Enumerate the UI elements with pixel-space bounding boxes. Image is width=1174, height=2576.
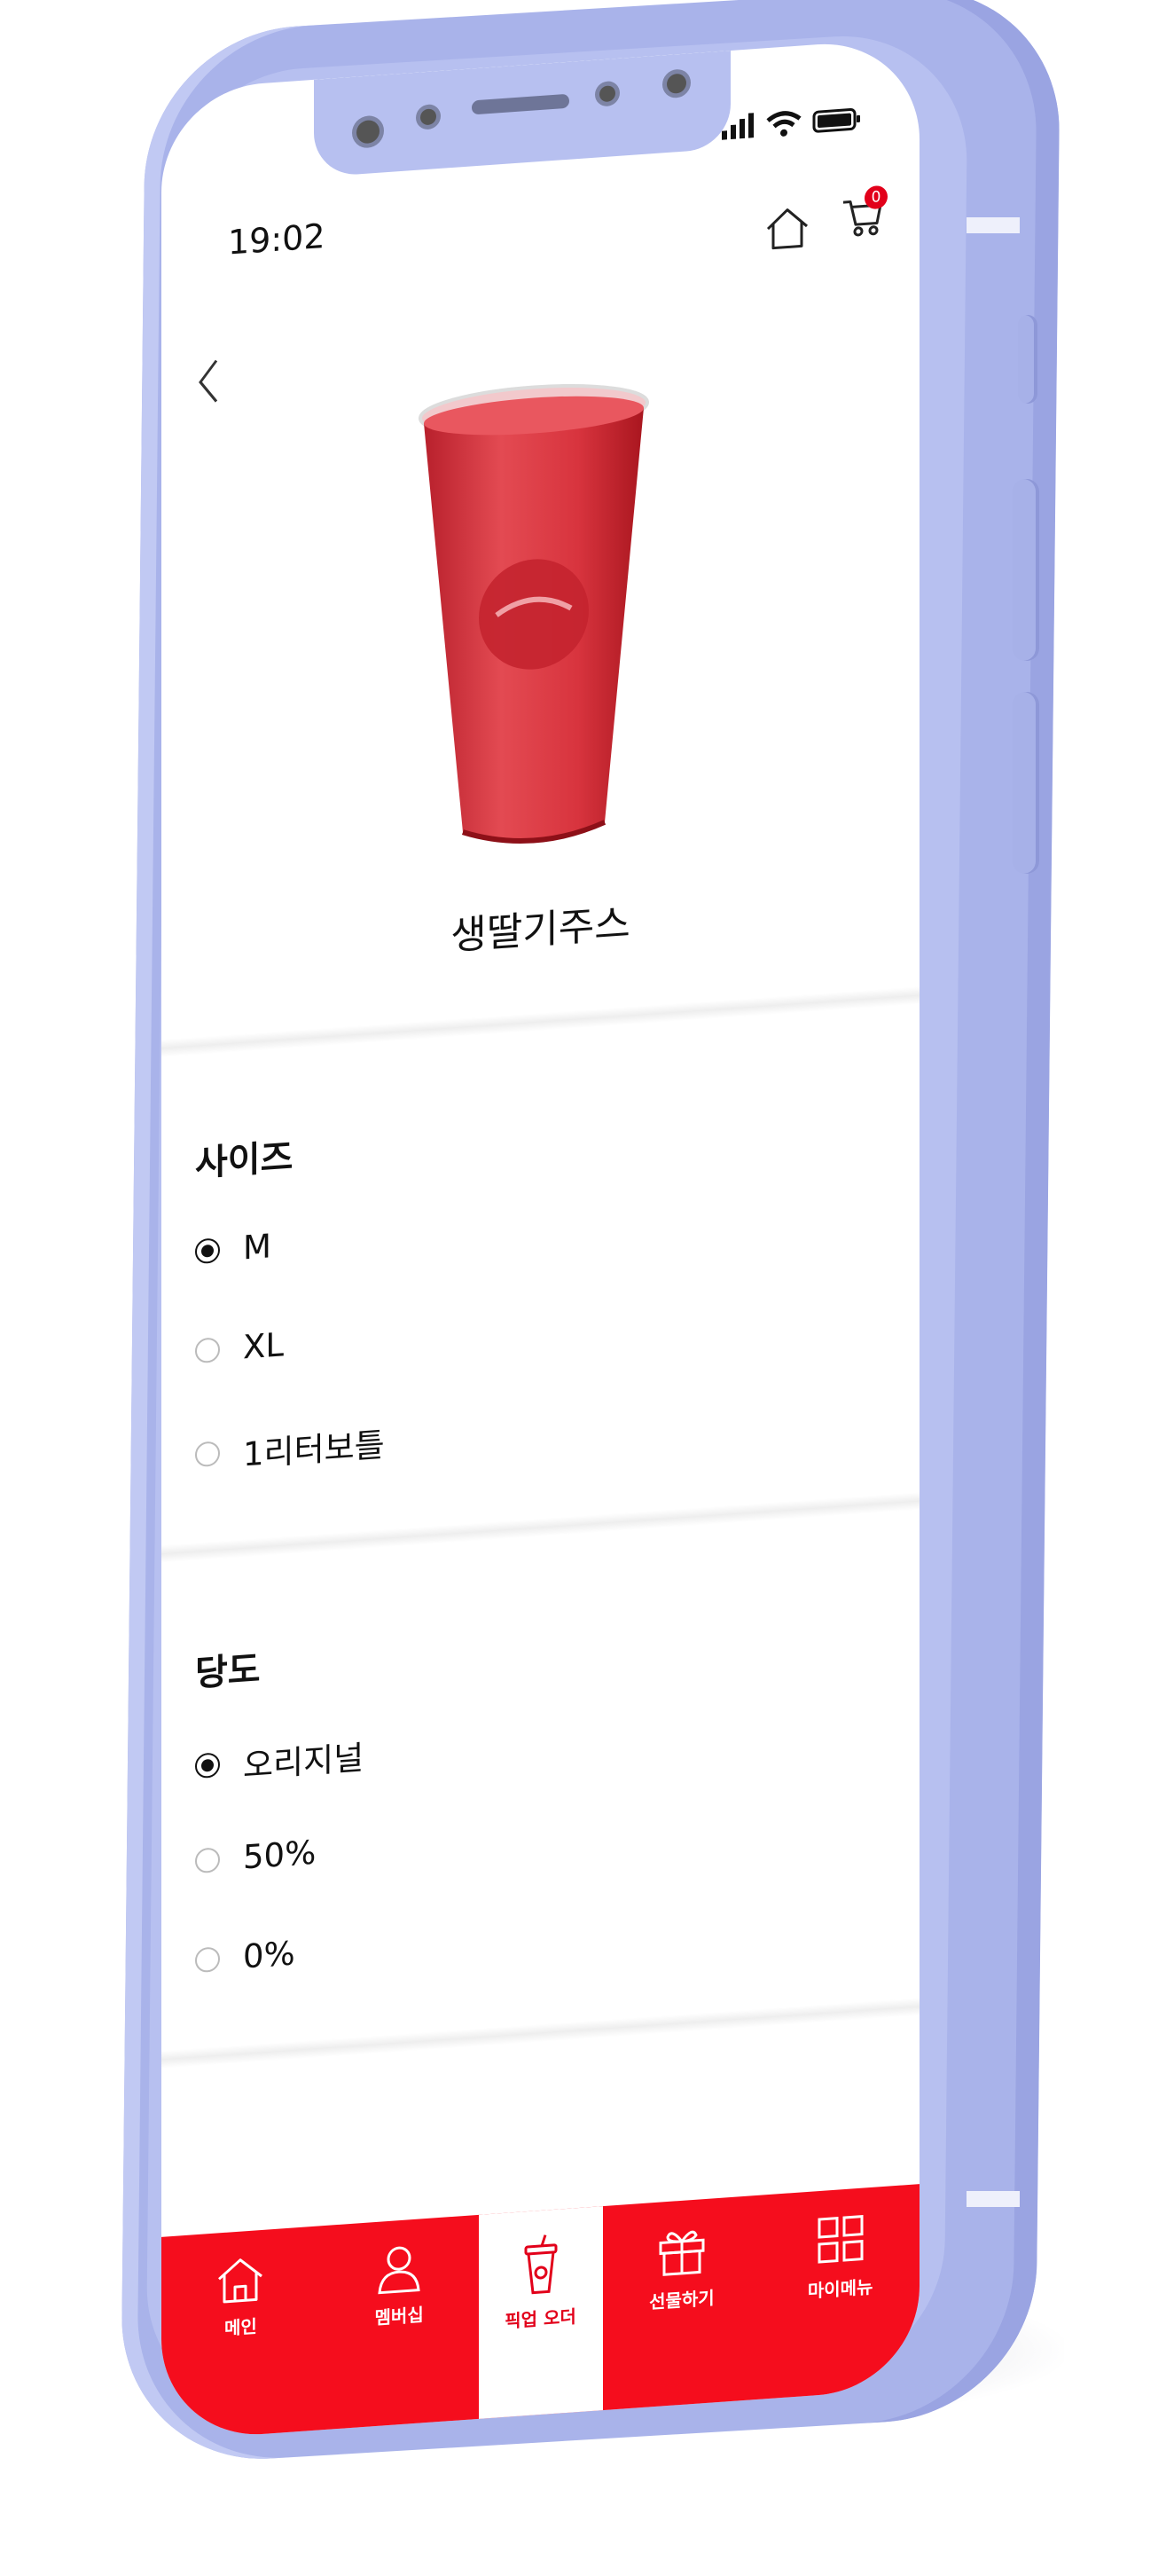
home-icon xyxy=(218,2258,263,2304)
size-option-label: M xyxy=(243,1227,271,1268)
antenna-line xyxy=(967,217,1020,233)
tab-membership[interactable]: 멤버십 xyxy=(320,2215,479,2439)
tab-pickup-order[interactable]: 픽업 오더 xyxy=(478,2206,603,2428)
size-group-title: 사이즈 xyxy=(195,1136,294,1185)
sweetness-option-label: 50% xyxy=(243,1833,317,1877)
sensor xyxy=(599,85,615,103)
home-icon xyxy=(766,208,809,250)
cup-icon xyxy=(524,2234,557,2295)
divider xyxy=(161,1492,920,1563)
tab-my-menu[interactable]: 마이메뉴 xyxy=(761,2184,920,2407)
earpiece-speaker xyxy=(472,93,569,115)
sweetness-option-label: 오리지널 xyxy=(243,1738,364,1786)
battery-icon xyxy=(812,108,860,133)
tab-label: 픽업 오더 xyxy=(505,2305,576,2332)
radio-button[interactable] xyxy=(195,1846,220,1873)
juice-cup-image xyxy=(419,384,649,844)
product-name: 생딸기주스 xyxy=(450,900,630,960)
sweetness-option-50[interactable]: 50% xyxy=(195,1834,316,1881)
side-button-mute xyxy=(1018,315,1037,404)
sensor xyxy=(667,73,686,95)
sweetness-group-title: 당도 xyxy=(195,1649,261,1695)
side-button-volume-down xyxy=(1013,692,1039,874)
tab-label: 멤버십 xyxy=(374,2304,424,2329)
divider xyxy=(161,986,920,1057)
side-button-volume-up xyxy=(1013,479,1039,661)
wifi-icon xyxy=(766,111,802,137)
product-image xyxy=(401,365,667,867)
sensor xyxy=(420,108,436,126)
device-mockup: 19:02 0 생딸기주스 사이즈 M XL 1리터보틀 당도 오리지널 50%… xyxy=(0,0,1174,2576)
radio-button-checked[interactable] xyxy=(195,1237,220,1264)
status-icons xyxy=(720,106,862,142)
size-option-m[interactable]: M xyxy=(195,1227,271,1270)
antenna-line xyxy=(967,2191,1020,2207)
chevron-left-icon xyxy=(199,359,218,403)
size-option-label: 1리터보틀 xyxy=(243,1425,385,1474)
radio-button[interactable] xyxy=(195,1945,220,1973)
tab-gift[interactable]: 선물하기 xyxy=(603,2195,762,2419)
size-option-1l-bottle[interactable]: 1리터보틀 xyxy=(195,1418,385,1479)
signal-icon xyxy=(722,113,754,140)
home-button[interactable] xyxy=(764,205,810,256)
size-option-label: XL xyxy=(243,1325,284,1367)
grid-icon xyxy=(818,2215,864,2264)
radio-button-checked[interactable] xyxy=(195,1752,220,1779)
radio-button[interactable] xyxy=(195,1441,220,1468)
tab-label: 선물하기 xyxy=(649,2287,715,2313)
sweetness-option-label: 0% xyxy=(243,1934,295,1976)
sweetness-option-0[interactable]: 0% xyxy=(195,1934,295,1979)
cart-button[interactable]: 0 xyxy=(840,185,888,244)
app-screen: 19:02 0 생딸기주스 사이즈 M XL 1리터보틀 당도 오리지널 50%… xyxy=(161,37,920,2441)
front-camera xyxy=(356,119,380,145)
tab-label: 메인 xyxy=(223,2315,257,2339)
radio-button[interactable] xyxy=(195,1336,220,1363)
back-button[interactable] xyxy=(195,357,222,410)
person-icon xyxy=(378,2246,420,2295)
divider xyxy=(161,1998,920,2069)
status-time: 19:02 xyxy=(228,216,325,263)
tab-main[interactable]: 메인 xyxy=(161,2226,320,2440)
size-option-xl[interactable]: XL xyxy=(195,1325,284,1370)
tab-label: 마이메뉴 xyxy=(807,2275,873,2302)
gift-icon xyxy=(659,2230,705,2276)
sweetness-option-original[interactable]: 오리지널 xyxy=(195,1731,364,1790)
